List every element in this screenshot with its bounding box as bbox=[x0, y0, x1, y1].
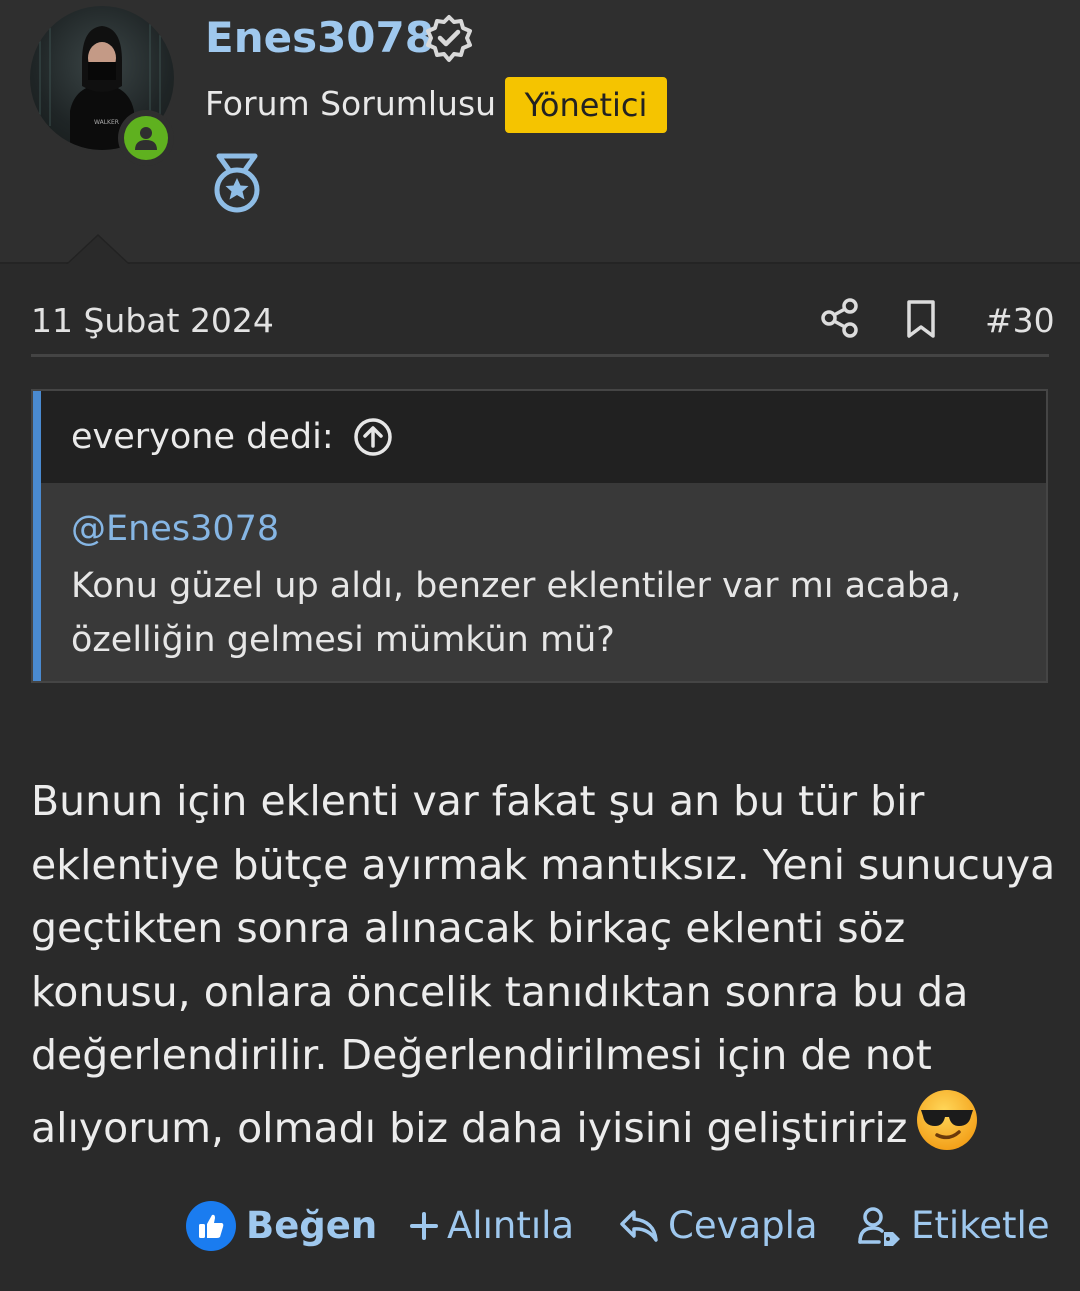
online-status bbox=[118, 110, 174, 166]
quote-header: everyone dedi: bbox=[41, 391, 1046, 483]
quote-accent-bar bbox=[33, 391, 41, 681]
role-badge: Yönetici bbox=[505, 77, 667, 133]
like-button[interactable]: Beğen bbox=[186, 1196, 377, 1256]
bookmark-icon[interactable] bbox=[904, 298, 938, 340]
divider bbox=[31, 354, 1049, 357]
like-label: Beğen bbox=[246, 1204, 378, 1247]
sunglasses-emoji bbox=[917, 1089, 978, 1150]
reply-button[interactable]: Cevapla bbox=[618, 1196, 818, 1256]
svg-text:WALKER: WALKER bbox=[94, 119, 119, 126]
share-icon[interactable] bbox=[820, 297, 860, 339]
quote-block: everyone dedi: @Enes3078 Konu güzel up a… bbox=[31, 389, 1048, 683]
reply-icon bbox=[620, 1210, 658, 1242]
plus-icon bbox=[410, 1212, 438, 1240]
online-user-icon bbox=[135, 127, 157, 150]
reply-label: Cevapla bbox=[668, 1204, 818, 1247]
quote-label: Alıntıla bbox=[447, 1204, 575, 1247]
message-body: Bunun için eklenti var fakat şu an bu tü… bbox=[31, 770, 1061, 1160]
arrow-up-circle-icon[interactable] bbox=[353, 417, 393, 457]
message-text: Bunun için eklenti var fakat şu an bu tü… bbox=[31, 777, 1056, 1152]
header-pointer-fill bbox=[68, 236, 128, 264]
username[interactable]: Enes3078 bbox=[205, 12, 434, 64]
user-header: WALKER Enes3078 Forum Sorumlusu Yönetici bbox=[0, 0, 1080, 264]
tag-button[interactable]: Etiketle bbox=[857, 1196, 1050, 1256]
tag-label: Etiketle bbox=[911, 1204, 1050, 1247]
quote-button[interactable]: Alıntıla bbox=[409, 1196, 574, 1256]
verified-badge-icon bbox=[426, 15, 472, 62]
post-actions: Beğen Alıntıla Cevapla Etiketle bbox=[0, 1196, 1080, 1256]
quote-author[interactable]: everyone dedi: bbox=[71, 415, 334, 459]
user-title: Forum Sorumlusu bbox=[205, 84, 497, 123]
quote-text: Konu güzel up aldı, benzer eklentiler va… bbox=[71, 566, 962, 660]
medal-icon[interactable] bbox=[211, 152, 263, 214]
post-date[interactable]: 11 Şubat 2024 bbox=[31, 300, 274, 342]
thumbs-up-icon bbox=[186, 1201, 236, 1251]
post-number[interactable]: #30 bbox=[985, 300, 1055, 342]
tag-user-icon bbox=[858, 1207, 900, 1246]
quote-mention[interactable]: @Enes3078 bbox=[71, 507, 279, 551]
